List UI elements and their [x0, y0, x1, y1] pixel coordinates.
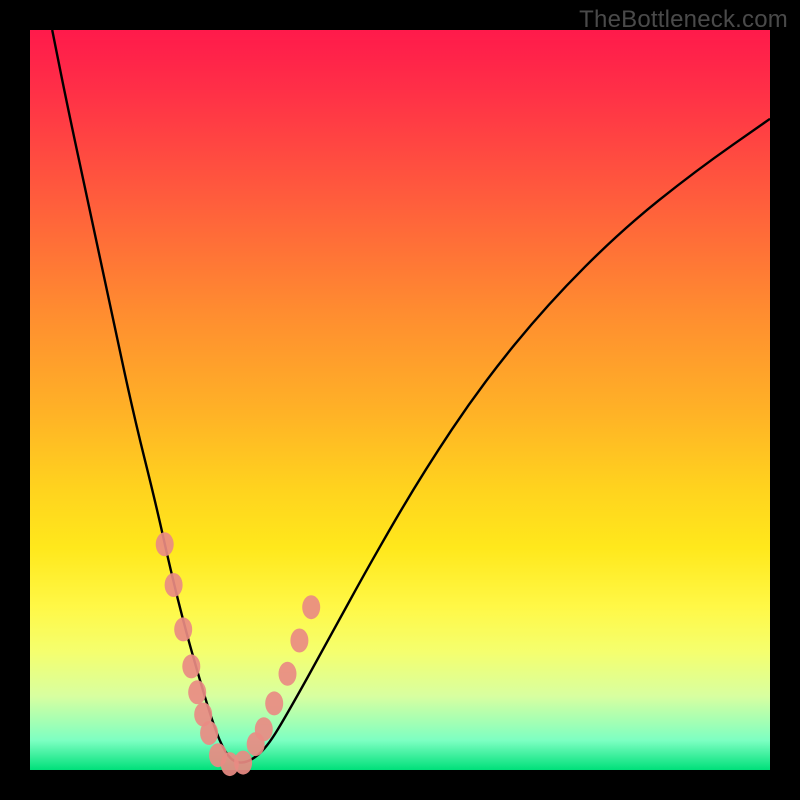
- highlight-dots-group: [156, 532, 321, 776]
- chart-frame: TheBottleneck.com: [0, 0, 800, 800]
- highlight-dot: [255, 717, 273, 741]
- curve-layer: [30, 30, 770, 770]
- highlight-dot: [156, 532, 174, 556]
- plot-area: [30, 30, 770, 770]
- highlight-dot: [200, 721, 218, 745]
- highlight-dot: [174, 617, 192, 641]
- highlight-dot: [302, 595, 320, 619]
- highlight-dot: [165, 573, 183, 597]
- highlight-dot: [188, 680, 206, 704]
- highlight-dot: [234, 751, 252, 775]
- bottleneck-curve: [52, 30, 770, 763]
- highlight-dot: [182, 654, 200, 678]
- highlight-dot: [290, 629, 308, 653]
- highlight-dot: [279, 662, 297, 686]
- highlight-dot: [265, 691, 283, 715]
